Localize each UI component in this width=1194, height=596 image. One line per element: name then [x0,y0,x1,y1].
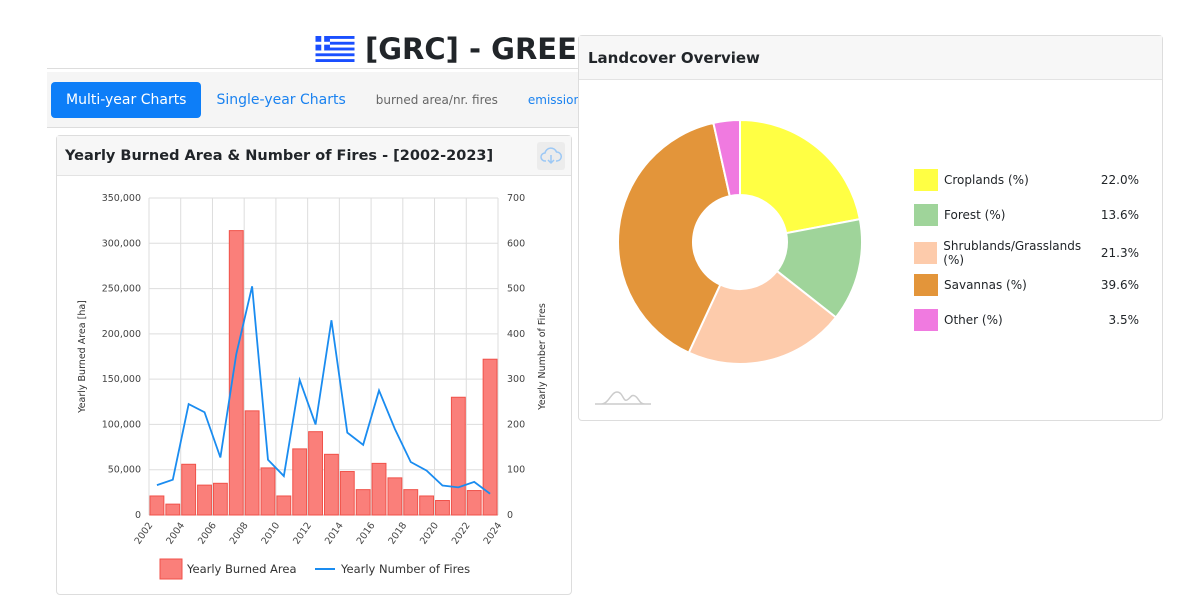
page-title: [GRC] - GREECE [315,30,618,68]
bar-2007 [228,230,244,516]
bar-2009 [260,467,276,516]
y2-tick-label: 600 [507,238,525,249]
y-tick-label: 200,000 [102,329,141,340]
bar-2022 [466,490,482,516]
x-tick-label: 2008 [228,520,251,546]
burned-area-chart-card: Yearly Burned Area & Number of Fires - [… [56,135,572,595]
y-tick-label: 300,000 [102,238,141,249]
x-tick-label: 2012 [291,520,314,546]
legend-item[interactable]: Shrublands/Grasslands (%) 21.3% [914,239,1139,267]
x-tick-label: 2020 [418,520,441,546]
bar-2004 [181,463,197,516]
tab-bar: Multi-year Charts Single-year Charts bur… [47,72,587,128]
y-tick-label: 350,000 [102,193,141,204]
bar-2015 [355,489,371,516]
landcover-donut-chart [617,118,863,365]
legend-label: Croplands (%) [944,173,1029,187]
y2-tick-label: 100 [507,465,525,476]
legend-label-fires: Yearly Number of Fires [340,562,470,576]
bar-2021 [450,396,466,516]
legend-swatch [914,309,938,331]
y2-tick-label: 200 [507,419,525,430]
legend-value: 13.6% [1100,208,1139,222]
bar-2002 [149,495,165,516]
bar-2018 [403,489,419,516]
greece-flag-icon [315,36,355,62]
y-tick-label: 100,000 [102,419,141,430]
legend-swatch [914,169,938,191]
chart-card-title: Yearly Burned Area & Number of Fires - [… [57,136,571,176]
bar-2005 [197,484,212,516]
bar-2013 [324,453,339,516]
tab-single-year-charts[interactable]: Single-year Charts [201,82,360,118]
burned-area-chart: 0 0 50,000 100 100,000 200 150,000 300 200,000 40… [77,193,548,580]
bar-2006 [212,482,228,516]
y2-tick-label: 400 [507,329,525,340]
bar-2014 [339,471,355,516]
legend-label: Savannas (%) [944,278,1027,292]
x-tick-label: 2022 [450,520,473,546]
bar-2003 [165,503,181,516]
fires-line [156,286,491,495]
tab-burned-area-fires[interactable]: burned area/nr. fires [361,83,513,117]
landcover-card: Landcover Overview Croplands (%) 22.0% For… [578,35,1163,421]
bar-2017 [387,477,403,516]
legend-swatch [914,274,938,296]
y-tick-label: 150,000 [102,374,141,385]
y-tick-label: 0 [135,510,141,521]
bar-2008 [244,410,260,516]
cloud-download-icon[interactable] [537,142,565,170]
legend-item[interactable]: Savannas (%) 39.6% [914,274,1139,296]
x-tick-label: 2004 [164,520,187,546]
x-tick-label: 2014 [323,520,346,546]
legend-label-burned-area: Yearly Burned Area [186,562,297,576]
legend-value: 39.6% [1100,278,1139,292]
y-tick-label: 50,000 [108,465,141,476]
legend-swatch [914,204,938,226]
legend-swatch-burned-area [159,558,183,580]
x-tick-label: 2002 [133,520,156,546]
y2-tick-label: 300 [507,374,525,385]
legend-item[interactable]: Other (%) 3.5% [914,309,1139,331]
legend-label: Shrublands/Grasslands (%) [943,239,1082,267]
bar-2020 [435,500,450,516]
bar-2011 [292,448,308,516]
legend-value: 21.3% [1100,246,1139,260]
y2-tick-label: 500 [507,284,525,295]
x-tick-label: 2016 [355,520,378,546]
y-axis-label: Yearly Burned Area [ha] [77,300,88,414]
x-tick-label: 2024 [482,520,505,546]
y2-tick-label: 0 [507,510,513,521]
x-tick-label: 2010 [259,520,282,546]
divider [47,68,587,69]
left-panel: [GRC] - GREECE Multi-year Charts Single-… [47,30,618,595]
chart-watermark-icon [595,391,651,405]
legend-value: 22.0% [1100,173,1139,187]
bar-2016 [371,462,387,516]
y2-tick-label: 700 [507,193,525,204]
legend-swatch [914,242,938,264]
legend-value: 3.5% [1108,313,1140,327]
legend-item[interactable]: Croplands (%) 22.0% [914,169,1139,191]
bar-2019 [419,495,435,516]
bar-2023 [482,358,498,516]
bar-2012 [308,431,324,516]
tab-multi-year-charts[interactable]: Multi-year Charts [51,81,202,118]
legend-label: Other (%) [944,313,1003,327]
pie-slice-0 [739,118,862,235]
bar-2010 [276,495,292,516]
legend-item[interactable]: Forest (%) 13.6% [914,204,1139,226]
x-tick-label: 2006 [196,520,219,546]
x-tick-label: 2018 [386,520,409,546]
legend-label: Forest (%) [944,208,1006,222]
y2-axis-label: Yearly Number of Fires [537,303,548,411]
y-tick-label: 250,000 [102,284,141,295]
landcover-title: Landcover Overview [579,36,1162,80]
